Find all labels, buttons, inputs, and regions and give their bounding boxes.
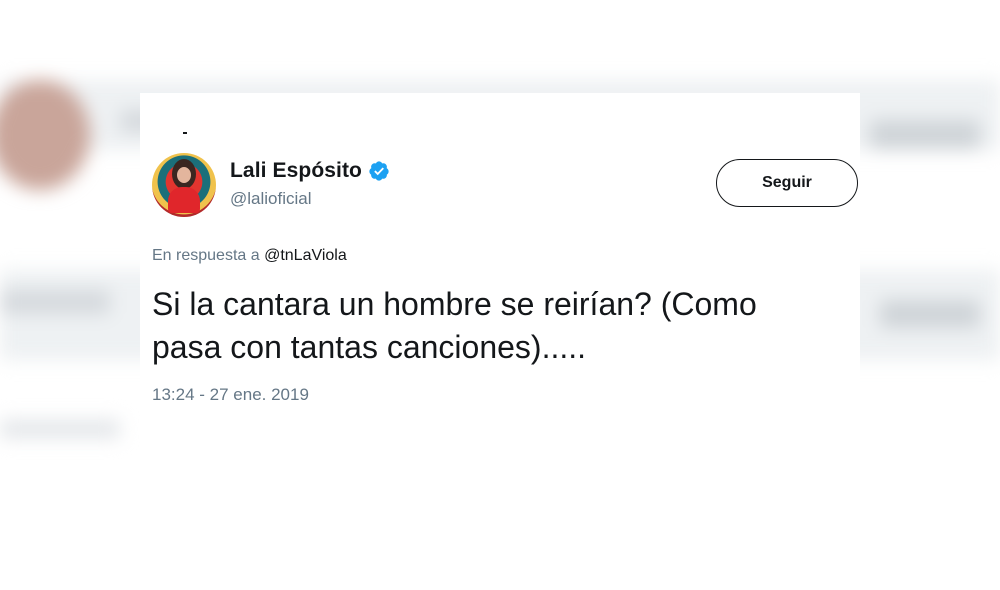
tweet-timestamp[interactable]: 13:24 - 27 ene. 2019 <box>152 385 309 405</box>
author-name-row[interactable]: Lali Espósito <box>230 157 390 185</box>
reply-prefix: En respuesta a <box>152 247 260 264</box>
verified-badge-icon <box>368 160 390 182</box>
avatar-heart <box>168 187 200 213</box>
author-name[interactable]: Lali Espósito <box>230 159 362 183</box>
background-text-ghost <box>0 420 120 438</box>
profile-avatar[interactable] <box>152 153 216 217</box>
background-avatar-ghost <box>0 80 90 190</box>
background-text-ghost <box>870 120 980 150</box>
reply-context: En respuesta a @tnLaViola <box>152 247 347 265</box>
author-handle[interactable]: @lalioficial <box>230 189 312 209</box>
tweet-text-line: pasa con tantas canciones)..... <box>152 329 587 365</box>
tweet-text: Si la cantara un hombre se reirían? (Com… <box>152 283 852 369</box>
background-text-ghost <box>0 290 110 314</box>
tweet-card: Lali Espósito @lalioficial Seguir En res… <box>140 93 860 493</box>
tweet-header: Lali Espósito @lalioficial Seguir <box>152 153 858 217</box>
reply-mention-link[interactable]: @tnLaViola <box>264 247 347 264</box>
avatar-face <box>172 159 196 189</box>
follow-button[interactable]: Seguir <box>716 159 858 207</box>
avatar-indicator <box>183 132 187 134</box>
background-text-ghost <box>880 300 980 328</box>
tweet-text-line: Si la cantara un hombre se reirían? (Com… <box>152 286 757 322</box>
